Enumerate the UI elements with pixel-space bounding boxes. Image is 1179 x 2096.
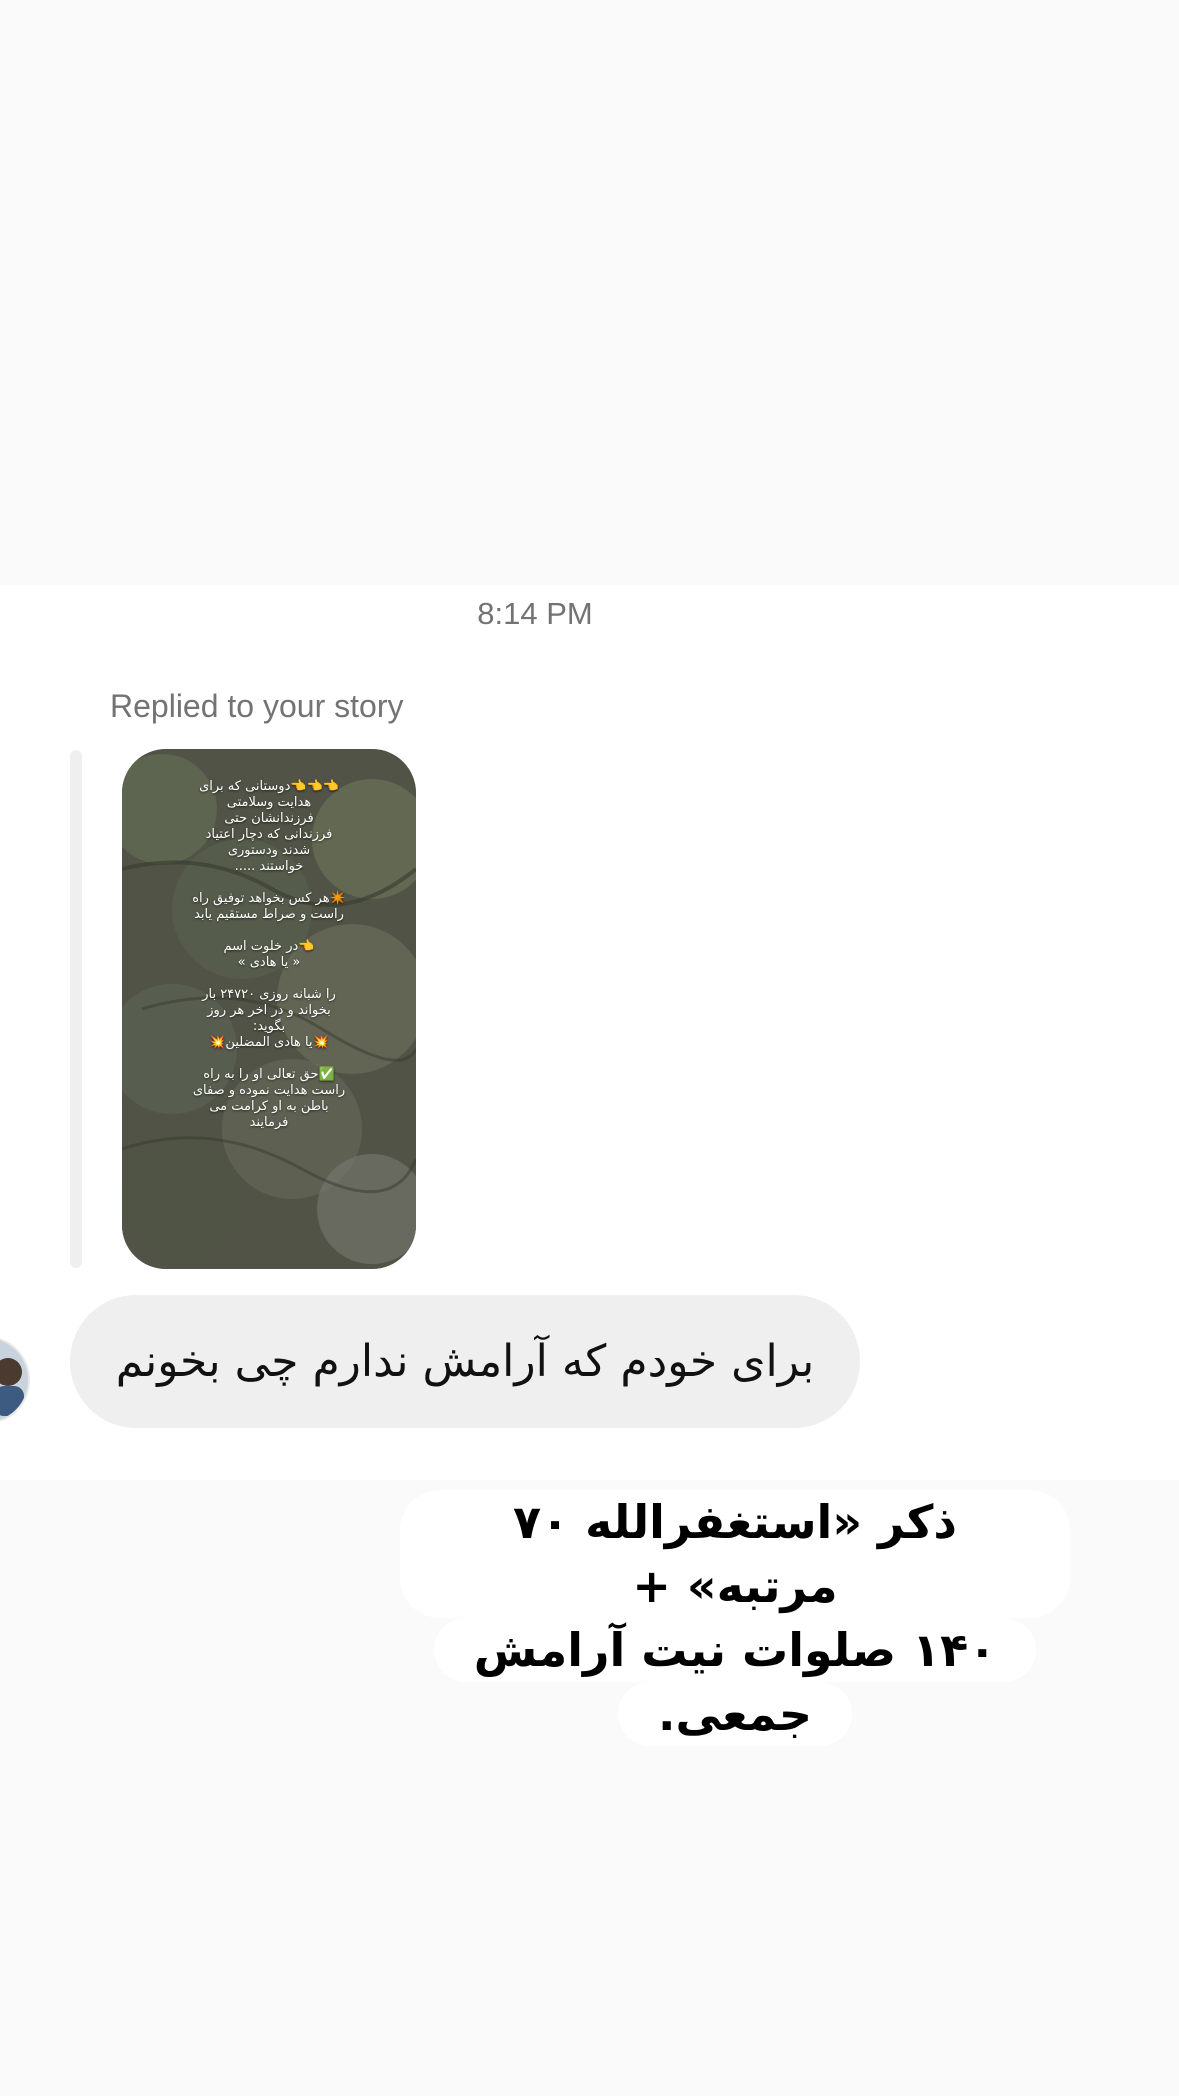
profile-avatar-icon[interactable] — [0, 1336, 30, 1424]
message-timestamp: 8:14 PM — [477, 596, 593, 631]
avatar-image — [0, 1338, 28, 1422]
blank-area — [0, 0, 1179, 585]
sticker-line: جمعی. — [618, 1682, 852, 1746]
message-bubble[interactable]: برای خودم که آرامش ندارم چی بخونم — [70, 1295, 860, 1428]
message-text: برای خودم که آرامش ندارم چی بخونم — [115, 1336, 815, 1387]
story-reply-label: Replied to your story — [110, 688, 404, 724]
dm-thread: 8:14 PM Replied to your story 👈👈👈دوستانی… — [0, 0, 1179, 1480]
reply-indicator-bar — [70, 750, 82, 1268]
story-caption: 👈👈👈دوستانی که برای هدایت وسلامتی فرزندان… — [192, 779, 346, 1130]
sticker-line: ۱۴۰ صلوات نیت آرامش — [433, 1618, 1037, 1682]
story-thumbnail[interactable]: 👈👈👈دوستانی که برای هدایت وسلامتی فرزندان… — [122, 749, 416, 1269]
sticker-line: ذکر «استغفرالله ۷۰ مرتبه» + — [400, 1490, 1070, 1618]
reply-text-sticker: ذکر «استغفرالله ۷۰ مرتبه» + ۱۴۰ صلوات نی… — [400, 1490, 1070, 1746]
